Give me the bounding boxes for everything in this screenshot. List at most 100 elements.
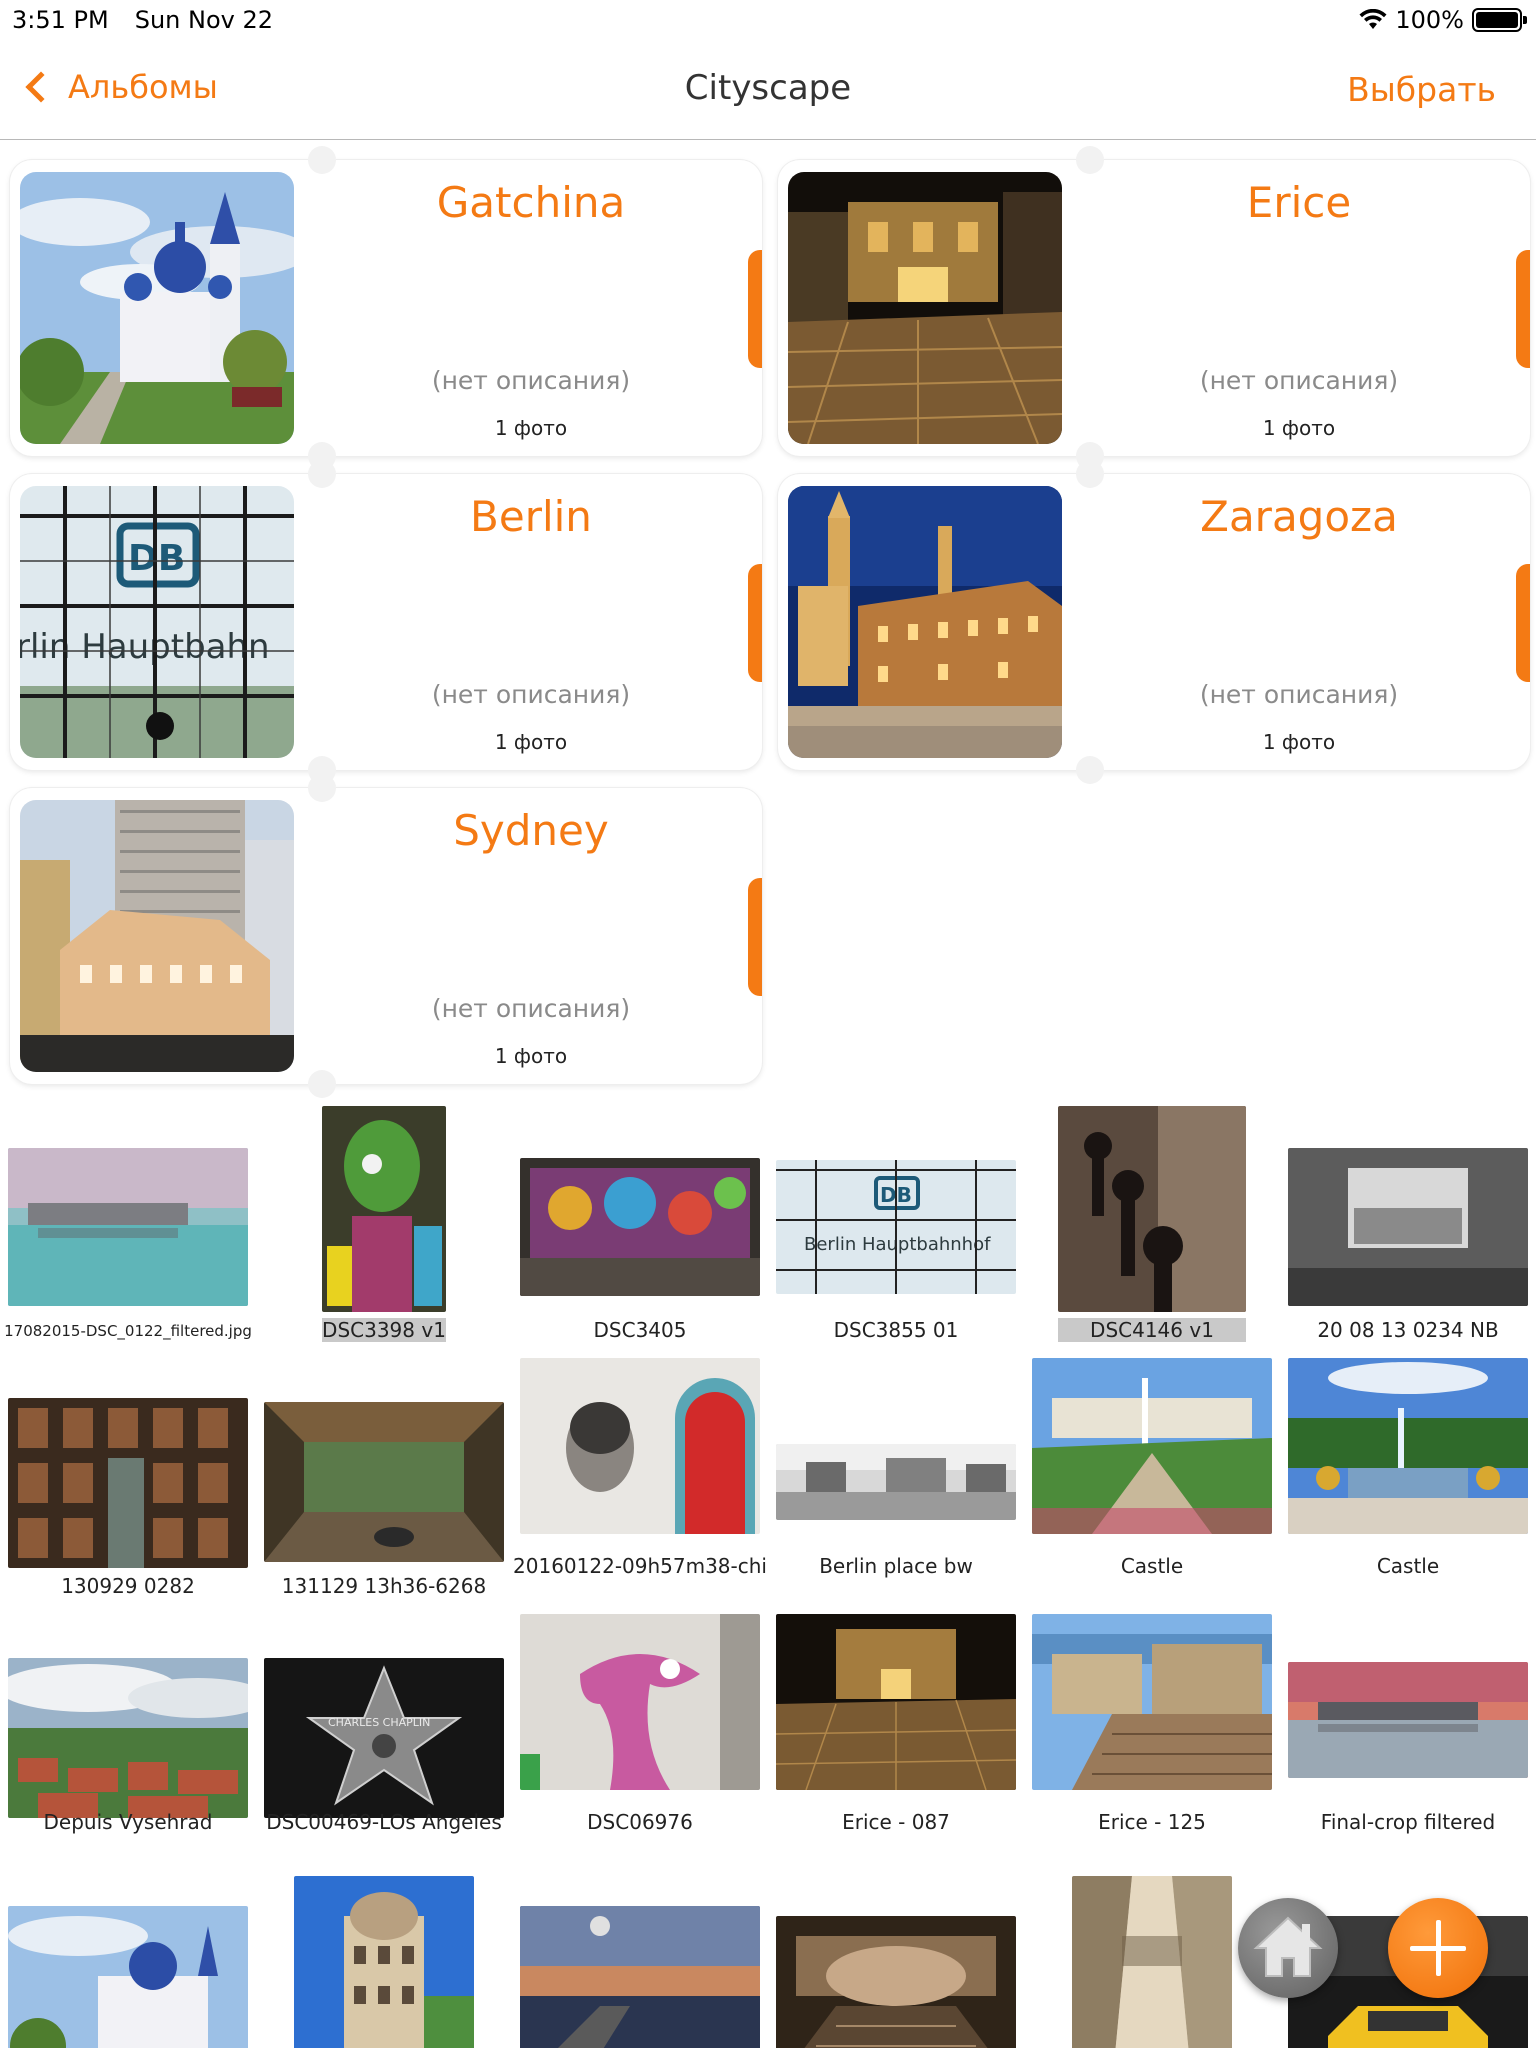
photo-item[interactable]: Final-crop filtered (1280, 1612, 1536, 1868)
photo-item[interactable]: DSC06976 (512, 1612, 768, 1868)
album-title: Berlin (470, 492, 592, 541)
add-photo-button[interactable] (1388, 1898, 1488, 1998)
photo-item[interactable]: Castle (1280, 1356, 1536, 1612)
status-time: 3:51 PM (12, 6, 109, 34)
photo-thumbnail: DB Berlin Hauptbahnhof (776, 1160, 1016, 1294)
photo-item[interactable] (0, 1868, 256, 2048)
album-description: (нет описания) (1199, 366, 1399, 395)
svg-text:CHARLES CHAPLIN: CHARLES CHAPLIN (328, 1716, 430, 1729)
album-thumbnail (788, 172, 1062, 444)
album-edit-tab[interactable] (748, 250, 762, 368)
album-card-zaragoza[interactable]: Zaragoza (нет описания) 1 фото (778, 460, 1530, 784)
album-thumbnail: DB rlin Hauptbahn (20, 486, 294, 758)
album-photo-count: 1 фото (1262, 730, 1336, 754)
photo-caption: Erice - 125 (1098, 1810, 1206, 1834)
select-button[interactable]: Выбрать (1347, 70, 1496, 109)
photo-thumbnail (776, 1614, 1016, 1790)
photo-item[interactable]: Erice - 087 (768, 1612, 1024, 1868)
photo-thumbnail (1072, 1876, 1232, 2048)
home-button[interactable] (1238, 1898, 1338, 1998)
album-edit-tab[interactable] (748, 564, 762, 682)
photo-caption: DSC3855 01 (833, 1318, 959, 1342)
album-thumbnail (20, 172, 294, 444)
album-thumbnail (20, 800, 294, 1072)
photo-caption: Final-crop filtered (1320, 1810, 1496, 1834)
photo-thumbnail (520, 1358, 760, 1534)
album-edit-tab[interactable] (1516, 564, 1530, 682)
album-description: (нет описания) (431, 994, 631, 1023)
album-photo-count: 1 фото (494, 730, 568, 754)
svg-text:Berlin Hauptbahnhof: Berlin Hauptbahnhof (804, 1234, 991, 1255)
photo-thumbnail (1288, 1148, 1528, 1306)
photo-item[interactable]: DSC3405 (512, 1100, 768, 1356)
photo-caption: 17082015-DSC_0122_filtered.jpg (4, 1322, 252, 1340)
photo-thumbnail (520, 1158, 760, 1296)
photo-item[interactable] (768, 1868, 1024, 2048)
battery-percent: 100% (1395, 6, 1464, 34)
photo-caption: Erice - 087 (842, 1810, 950, 1834)
navigation-bar: Альбомы Cityscape Выбрать (0, 40, 1536, 140)
photo-caption: DSC3405 (593, 1318, 687, 1342)
photo-item[interactable]: Castle (1024, 1356, 1280, 1612)
photo-item[interactable]: 131129 13h36-6268 (256, 1356, 512, 1612)
photo-item[interactable]: 20 08 13 0234 NB (1280, 1100, 1536, 1356)
wifi-icon (1359, 9, 1387, 29)
photo-caption: DSC00469-LOs Angeles (266, 1810, 502, 1834)
photo-caption: 20 08 13 0234 NB (1317, 1318, 1499, 1342)
photo-item[interactable] (512, 1868, 768, 2048)
photo-caption: 131129 13h36-6268 (281, 1574, 487, 1598)
photo-thumbnail (776, 1444, 1016, 1520)
status-bar: 3:51 PM Sun Nov 22 100% (0, 0, 1536, 40)
photo-item[interactable]: CHARLES CHAPLIN DSC00469-LOs Angeles (256, 1612, 512, 1868)
status-date: Sun Nov 22 (134, 6, 273, 34)
photo-caption: Castle (1376, 1554, 1440, 1578)
photo-thumbnail (8, 1906, 248, 2048)
page-title: Cityscape (684, 68, 852, 108)
photo-thumbnail (294, 1876, 474, 2048)
status-right: 100% (1359, 6, 1527, 34)
battery-icon (1472, 8, 1527, 32)
album-edit-tab[interactable] (1516, 250, 1530, 368)
album-description: (нет описания) (1199, 680, 1399, 709)
photo-item[interactable] (256, 1868, 512, 2048)
photo-item[interactable]: Erice - 125 (1024, 1612, 1280, 1868)
photo-caption: Depuis Vysehrad (43, 1810, 213, 1834)
photo-item[interactable]: 130929 0282 (0, 1356, 256, 1612)
photo-thumbnail (1032, 1358, 1272, 1534)
photo-thumbnail (520, 1906, 760, 2048)
photo-thumbnail (8, 1398, 248, 1568)
photo-item[interactable]: DB Berlin Hauptbahnhof DSC3855 01 (768, 1100, 1024, 1356)
svg-text:rlin Hauptbahn: rlin Hauptbahn (20, 627, 270, 667)
photo-thumbnail (1288, 1358, 1528, 1534)
photo-thumbnail: CHARLES CHAPLIN (264, 1658, 504, 1818)
photo-thumbnail (1058, 1106, 1246, 1312)
photo-item[interactable]: 20160122-09h57m38-chi (512, 1356, 768, 1612)
home-icon (1253, 1916, 1323, 1977)
photo-thumbnail (520, 1614, 760, 1790)
album-card-berlin[interactable]: DB rlin Hauptbahn Berlin (нет описания) … (10, 460, 762, 784)
album-thumbnail (788, 486, 1062, 758)
album-photo-count: 1 фото (494, 1044, 568, 1068)
photo-thumbnail (322, 1106, 446, 1312)
photo-caption: 130929 0282 (61, 1574, 195, 1598)
photo-item[interactable]: DSC3398 v1 (256, 1100, 512, 1356)
album-edit-tab[interactable] (748, 878, 762, 996)
photo-item[interactable]: Berlin place bw (768, 1356, 1024, 1612)
album-title: Gatchina (436, 178, 626, 227)
photo-item[interactable]: DSC4146 v1 (1024, 1100, 1280, 1356)
photo-thumbnail (776, 1916, 1016, 2048)
photo-caption: Berlin place bw (819, 1554, 973, 1578)
photo-caption: DSC3398 v1 (322, 1318, 446, 1342)
photo-thumbnail (1288, 1662, 1528, 1778)
photo-caption: DSC06976 (587, 1810, 693, 1834)
album-card-gatchina[interactable]: Gatchina (нет описания) 1 фото (10, 146, 762, 470)
photo-thumbnail (264, 1402, 504, 1562)
album-photo-count: 1 фото (494, 416, 568, 440)
album-card-sydney[interactable]: Sydney (нет описания) 1 фото (10, 774, 762, 1098)
photo-item[interactable]: Depuis Vysehrad (0, 1612, 256, 1868)
photo-item[interactable]: 17082015-DSC_0122_filtered.jpg (0, 1100, 256, 1356)
album-description: (нет описания) (431, 680, 631, 709)
album-card-erice[interactable]: Erice (нет описания) 1 фото (778, 146, 1530, 470)
album-photo-count: 1 фото (1262, 416, 1336, 440)
photo-thumbnail (8, 1658, 248, 1818)
